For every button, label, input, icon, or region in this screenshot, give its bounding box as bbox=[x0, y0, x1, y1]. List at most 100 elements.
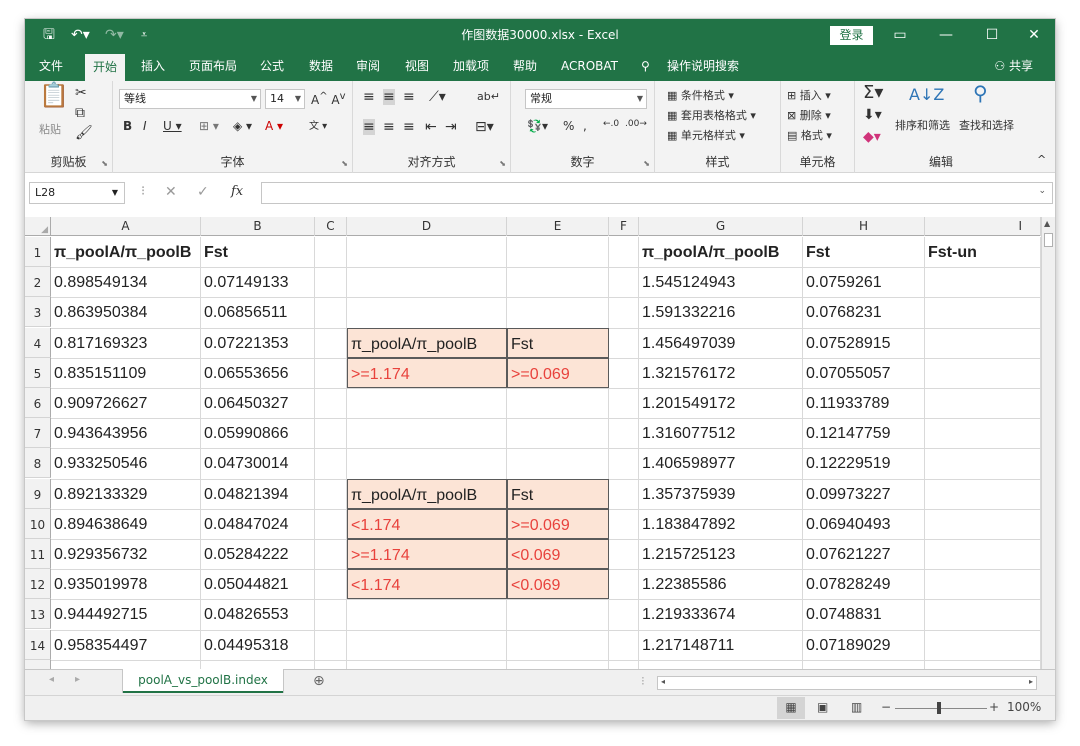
cell-styles-button[interactable]: ▦ 单元格样式 ▾ bbox=[667, 127, 745, 143]
row-header[interactable]: 4 bbox=[25, 328, 51, 358]
decrease-decimal-icon[interactable]: .00→ bbox=[625, 119, 647, 129]
cell[interactable]: 0.12229519 bbox=[803, 448, 925, 478]
cell[interactable]: 0.863950384 bbox=[51, 297, 201, 327]
cell[interactable]: 0.04495318 bbox=[201, 630, 315, 660]
row-header[interactable]: 3 bbox=[25, 297, 51, 327]
cell[interactable]: 0.04730014 bbox=[201, 448, 315, 478]
cell[interactable]: π_poolA/π_poolB bbox=[639, 237, 803, 267]
cell[interactable]: π_poolA/π_poolB bbox=[51, 237, 201, 267]
find-select-button[interactable]: 查找和选择 bbox=[959, 117, 1014, 133]
share-button[interactable]: ⚇ 共享 bbox=[994, 51, 1033, 81]
split-handle-icon[interactable]: ⁝ bbox=[641, 674, 645, 688]
cell[interactable]: 0.0748831 bbox=[803, 599, 925, 629]
cell[interactable]: 0.909726627 bbox=[51, 388, 201, 418]
row-header[interactable]: 6 bbox=[25, 388, 51, 418]
insert-function-icon[interactable]: fx bbox=[231, 184, 243, 199]
row-header[interactable]: 10 bbox=[25, 509, 51, 539]
fill-icon[interactable]: ⬇▾ bbox=[863, 107, 882, 123]
row-header[interactable]: 2 bbox=[25, 267, 51, 297]
zoom-out-icon[interactable]: − bbox=[881, 700, 891, 714]
delete-cells-button[interactable]: ⊠ 删除 ▾ bbox=[787, 107, 831, 123]
cell[interactable]: 0.12147759 bbox=[803, 418, 925, 448]
cell[interactable]: π_poolA/π_poolB bbox=[347, 328, 507, 358]
page-layout-view-icon[interactable]: ▣ bbox=[817, 700, 828, 714]
cell[interactable]: <1.174 bbox=[347, 509, 507, 539]
align-right-icon[interactable]: ≡ bbox=[403, 119, 415, 135]
cell[interactable]: <0.069 bbox=[507, 569, 609, 599]
conditional-formatting-button[interactable]: ▦ 条件格式 ▾ bbox=[667, 87, 734, 103]
cell[interactable]: π_poolA/π_poolB bbox=[347, 479, 507, 509]
ribbon-display-icon[interactable]: ▭ bbox=[877, 19, 923, 51]
cell[interactable]: 1.22385586 bbox=[639, 569, 803, 599]
cell[interactable]: 1.215725123 bbox=[639, 539, 803, 569]
align-left-icon[interactable]: ≡ bbox=[363, 119, 375, 135]
cell[interactable]: 0.06450327 bbox=[201, 388, 315, 418]
fill-color-icon[interactable]: ◈ ▾ bbox=[233, 119, 252, 133]
formula-input[interactable]: ⌄ bbox=[261, 182, 1053, 204]
font-name-select[interactable]: 等线 ▼ bbox=[119, 89, 261, 109]
row-header[interactable]: 12 bbox=[25, 569, 51, 599]
cell[interactable]: >=1.174 bbox=[347, 358, 507, 388]
paste-button[interactable]: 粘贴 bbox=[39, 121, 61, 137]
cell[interactable]: 1.591332216 bbox=[639, 297, 803, 327]
cell[interactable]: >=1.174 bbox=[347, 539, 507, 569]
scroll-right-icon[interactable]: ▸ bbox=[1029, 677, 1033, 686]
row-header[interactable]: 7 bbox=[25, 418, 51, 448]
cell[interactable]: 0.07621227 bbox=[803, 539, 925, 569]
scroll-left-icon[interactable]: ◂ bbox=[661, 677, 665, 686]
clear-icon[interactable]: ◆▾ bbox=[863, 129, 881, 145]
column-header[interactable]: E bbox=[507, 217, 609, 236]
cell[interactable]: 1.217148711 bbox=[639, 630, 803, 660]
cell[interactable]: Fst-un bbox=[925, 237, 1041, 267]
cell[interactable]: 0.06856511 bbox=[201, 297, 315, 327]
cell[interactable]: 1.321576172 bbox=[639, 358, 803, 388]
tab-acrobat[interactable]: ACROBAT bbox=[561, 51, 618, 81]
cell[interactable]: 0.05284222 bbox=[201, 539, 315, 569]
zoom-in-icon[interactable]: + bbox=[989, 700, 999, 714]
cell[interactable]: 0.0759261 bbox=[803, 267, 925, 297]
tab-formulas[interactable]: 公式 bbox=[260, 51, 284, 81]
cell[interactable]: 0.07189029 bbox=[803, 630, 925, 660]
cell[interactable]: Fst bbox=[201, 237, 315, 267]
cell[interactable]: 0.04826553 bbox=[201, 599, 315, 629]
next-sheet-icon[interactable]: ▸ bbox=[75, 674, 80, 685]
cell[interactable]: 0.07828249 bbox=[803, 569, 925, 599]
cell[interactable]: 1.183847892 bbox=[639, 509, 803, 539]
login-button[interactable]: 登录 bbox=[830, 26, 873, 45]
column-header[interactable]: H bbox=[803, 217, 925, 236]
tab-file[interactable]: 文件 bbox=[39, 51, 63, 81]
scrollbar-thumb[interactable] bbox=[1044, 233, 1053, 247]
phonetic-icon[interactable]: 文 ▾ bbox=[309, 117, 327, 132]
column-header[interactable]: I bbox=[925, 217, 1041, 236]
increase-indent-icon[interactable]: ⇥ bbox=[445, 119, 457, 135]
cell[interactable]: 0.958354497 bbox=[51, 630, 201, 660]
tab-view[interactable]: 视图 bbox=[405, 51, 429, 81]
sort-filter-button[interactable]: 排序和筛选 bbox=[895, 117, 950, 133]
column-header[interactable]: B bbox=[201, 217, 315, 236]
cell[interactable]: 0.944492715 bbox=[51, 599, 201, 629]
cell[interactable]: >=0.069 bbox=[507, 509, 609, 539]
cell[interactable]: 0.09973227 bbox=[803, 479, 925, 509]
normal-view-icon[interactable]: ▦ bbox=[777, 697, 805, 719]
name-box[interactable]: L28 ▼ bbox=[29, 182, 125, 204]
tab-help[interactable]: 帮助 bbox=[513, 51, 537, 81]
column-header[interactable]: G bbox=[639, 217, 803, 236]
tab-home[interactable]: 开始 bbox=[85, 54, 126, 81]
cell[interactable]: 0.05044821 bbox=[201, 569, 315, 599]
paste-icon[interactable]: 📋 bbox=[39, 83, 69, 107]
cell[interactable]: 0.07055057 bbox=[803, 358, 925, 388]
tell-me-search[interactable]: 操作说明搜索 bbox=[667, 51, 739, 81]
sheet-tab[interactable]: poolA_vs_poolB.index bbox=[123, 669, 283, 693]
orientation-icon[interactable]: ⟋▾ bbox=[429, 89, 446, 105]
cell[interactable]: 0.817169323 bbox=[51, 328, 201, 358]
minimize-button[interactable]: — bbox=[923, 19, 969, 51]
find-select-icon[interactable]: ⚲ bbox=[973, 83, 988, 103]
accounting-format-icon[interactable]: 💱▾ bbox=[527, 119, 548, 133]
cancel-icon[interactable]: ✕ bbox=[165, 184, 177, 200]
horizontal-scrollbar[interactable]: ◂ ▸ bbox=[657, 676, 1037, 690]
cell[interactable]: Fst bbox=[803, 237, 925, 267]
cell[interactable]: 0.06940493 bbox=[803, 509, 925, 539]
copy-icon[interactable]: ⧉ bbox=[75, 105, 85, 121]
percent-icon[interactable]: % bbox=[563, 119, 574, 133]
cell[interactable]: <1.174 bbox=[347, 569, 507, 599]
